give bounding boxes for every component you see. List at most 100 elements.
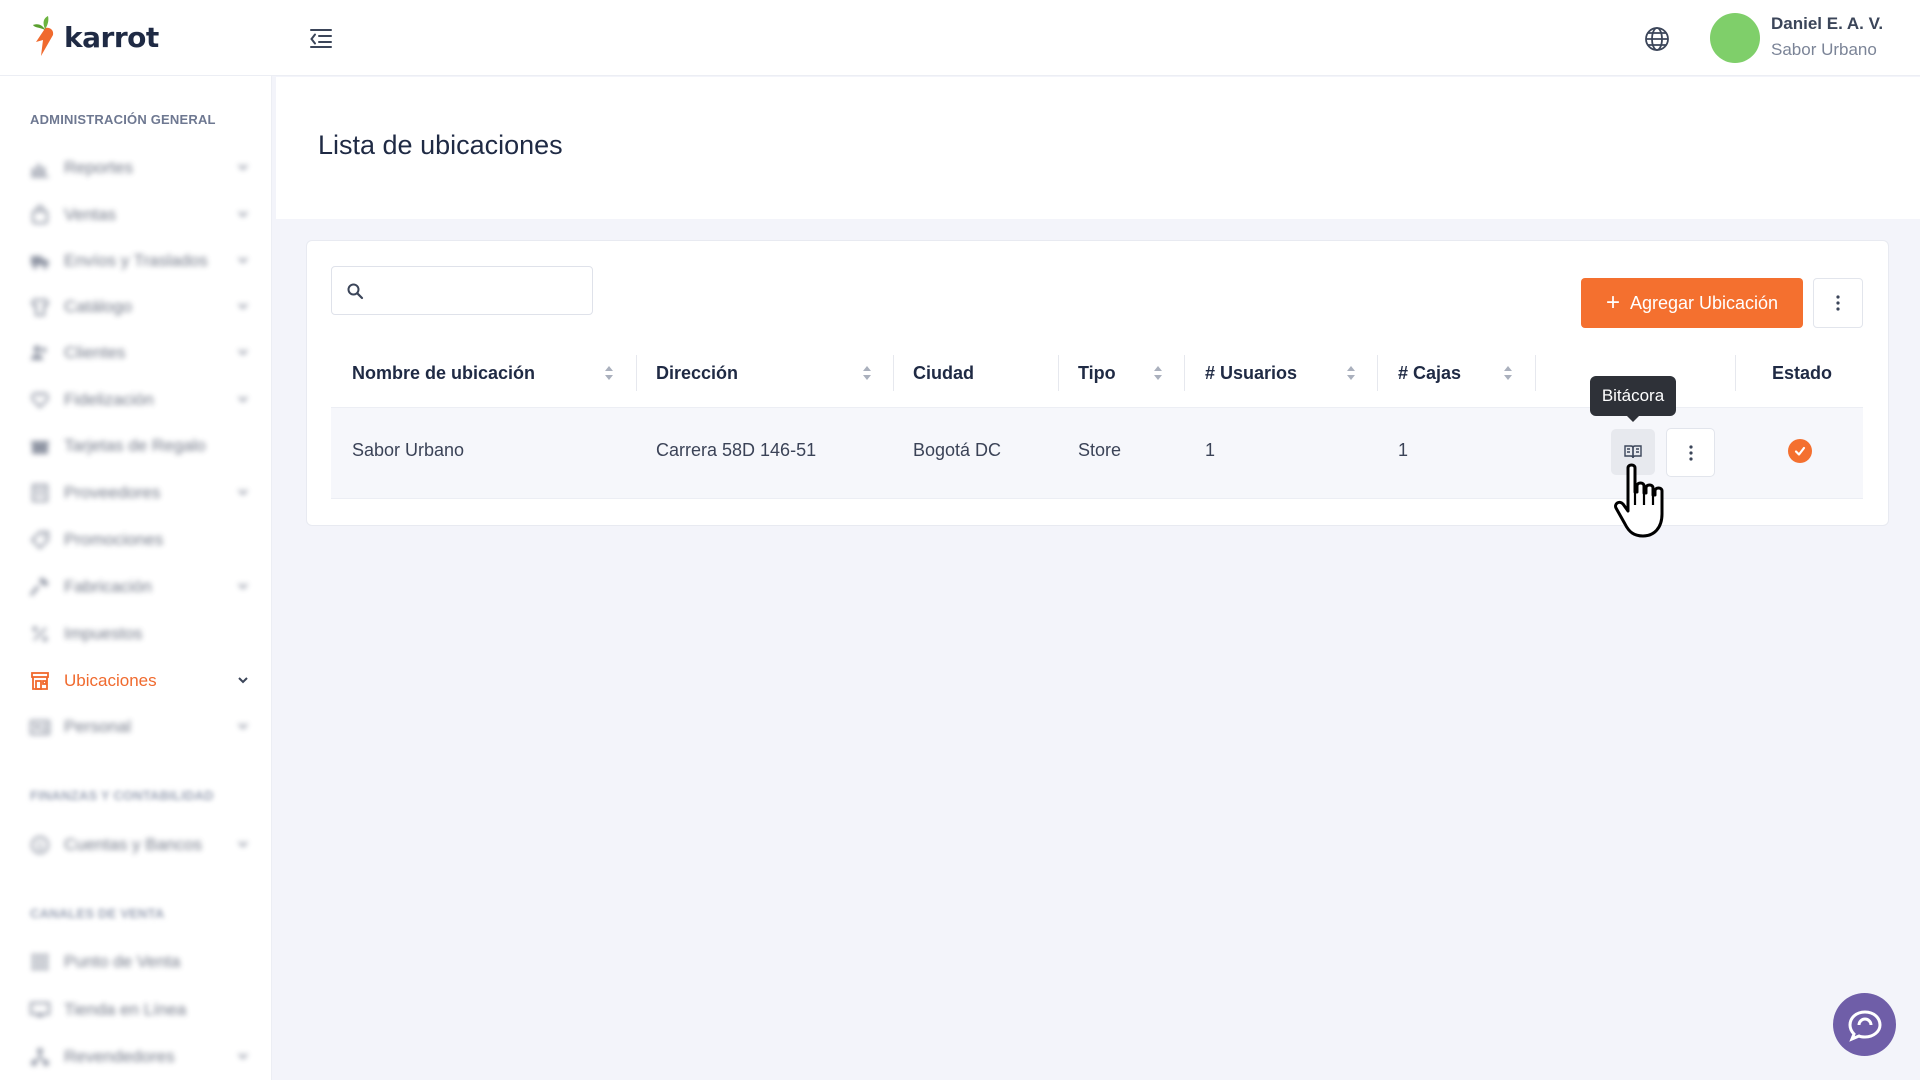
tooltip: Bitácora — [1590, 376, 1676, 422]
sidebar-item-label: Personal — [64, 717, 132, 736]
sidebar-item-label: Fidelización — [64, 390, 154, 409]
search-icon — [347, 283, 364, 300]
column-divider — [1184, 355, 1185, 391]
language-button[interactable] — [1642, 24, 1672, 54]
sidebar-item-label: Tarjetas de Regalo — [64, 436, 206, 455]
sidebar-item-punto-de-venta[interactable]: Punto de Venta — [30, 946, 250, 978]
more-options-button[interactable] — [1813, 278, 1863, 328]
column-divider — [1535, 355, 1536, 391]
sidebar-item-revendedores[interactable]: Revendedores — [30, 1041, 250, 1073]
sidebar-item-ubicaciones[interactable]: Ubicaciones — [30, 665, 250, 697]
heart-icon — [30, 390, 50, 410]
search-input[interactable] — [370, 277, 580, 305]
svg-text:$: $ — [37, 840, 44, 853]
column-divider — [1377, 355, 1378, 391]
brand-logo[interactable]: karrot — [32, 16, 159, 58]
sidebar-item-impuestos[interactable]: Impuestos — [30, 618, 250, 650]
column-header-tipo[interactable]: Tipo — [1078, 357, 1116, 389]
sidebar-item-label: Impuestos — [64, 624, 143, 643]
sidebar-item-label: Promociones — [64, 530, 164, 549]
chevron-down-icon — [238, 396, 248, 403]
cell-usuarios: 1 — [1205, 440, 1216, 460]
check-icon — [1794, 446, 1806, 456]
chevron-down-icon — [238, 303, 248, 310]
sidebar-item-tienda-en-linea[interactable]: Tienda en Línea — [30, 994, 250, 1026]
column-divider — [893, 355, 894, 391]
truck-icon — [30, 251, 50, 271]
column-divider — [1735, 355, 1736, 391]
sidebar-item-label: Proveedores — [64, 483, 161, 502]
network-icon — [30, 1047, 50, 1067]
sidebar-item-proveedores[interactable]: Proveedores — [30, 477, 250, 509]
users-icon — [30, 343, 50, 363]
column-header-nombre[interactable]: Nombre de ubicación — [352, 357, 535, 389]
hand-pointer-cursor-icon — [1614, 463, 1664, 538]
carrot-logo-icon — [33, 16, 54, 56]
sidebar-item-label: Punto de Venta — [64, 952, 181, 971]
sidebar-item-fidelizacion[interactable]: Fidelización — [30, 384, 250, 416]
grid-icon — [30, 952, 50, 972]
sidebar-item-label: Ubicaciones — [64, 671, 157, 690]
sidebar-item-ventas[interactable]: Ventas — [30, 199, 250, 231]
add-location-button[interactable]: + Agregar Ubicación — [1581, 278, 1803, 328]
user-organization: Sabor Urbano — [1771, 40, 1877, 59]
section-title-finanzas: FINANZAS Y CONTABILIDAD — [30, 788, 214, 803]
cell-direccion: Carrera 58D 146-51 — [656, 440, 817, 460]
search-box[interactable] — [331, 266, 593, 315]
vertical-dots-icon — [1688, 444, 1693, 461]
sidebar-item-label: Tienda en Línea — [64, 1000, 187, 1019]
sidebar-item-reportes[interactable]: Reportes — [30, 152, 250, 184]
sidebar-item-label: Revendedores — [64, 1047, 175, 1066]
sidebar-item-label: Envíos y Traslados — [64, 251, 208, 270]
menu-collapse-button[interactable] — [306, 24, 336, 52]
column-header-ciudad: Ciudad — [913, 362, 974, 383]
chevron-down-icon — [238, 164, 248, 171]
sort-icon[interactable] — [861, 363, 873, 383]
sort-icon[interactable] — [1152, 363, 1164, 383]
chevron-down-icon — [238, 841, 248, 848]
sidebar-item-label: Ventas — [64, 205, 116, 224]
sidebar-item-tarjetas[interactable]: Tarjetas de Regalo — [30, 430, 250, 462]
avatar[interactable] — [1710, 13, 1760, 63]
sidebar-item-fabricacion[interactable]: Fabricación — [30, 571, 250, 603]
sidebar-item-catalogo[interactable]: Catálogo — [30, 291, 250, 323]
sort-icon[interactable] — [603, 363, 615, 383]
section-title-canales: CANALES DE VENTA — [30, 906, 165, 921]
sidebar-item-cuentas[interactable]: $ Cuentas y Bancos — [30, 829, 250, 861]
vertical-dots-icon — [1836, 295, 1840, 311]
sidebar-item-clientes[interactable]: Clientes — [30, 337, 250, 369]
chevron-down-icon — [238, 723, 248, 730]
cell-ciudad: Bogotá DC — [913, 440, 1002, 460]
chat-bubble-icon — [1847, 1009, 1882, 1042]
sort-icon[interactable] — [1502, 363, 1514, 383]
sort-icon[interactable] — [1345, 363, 1357, 383]
column-header-direccion[interactable]: Dirección — [656, 357, 738, 389]
tag-icon — [30, 530, 50, 550]
chevron-down-icon — [238, 349, 248, 356]
id-card-icon — [30, 717, 50, 737]
dollar-icon: $ — [30, 835, 50, 855]
bag-icon — [30, 205, 50, 225]
page-title: Lista de ubicaciones — [318, 130, 563, 160]
plus-icon: + — [1605, 289, 1620, 316]
sidebar-item-personal[interactable]: Personal — [30, 711, 250, 743]
menu-collapse-icon — [310, 29, 332, 48]
chevron-down-icon — [238, 1053, 248, 1060]
status-badge — [1788, 439, 1812, 463]
sidebar-item-promociones[interactable]: Promociones — [30, 524, 250, 556]
chevron-down-icon — [238, 257, 248, 264]
column-divider — [1058, 355, 1059, 391]
column-header-cajas[interactable]: # Cajas — [1398, 357, 1461, 389]
sidebar-item-envios[interactable]: Envíos y Traslados — [30, 245, 250, 277]
chart-icon — [30, 158, 50, 178]
chevron-down-icon — [238, 211, 248, 218]
gift-icon — [30, 436, 50, 456]
column-header-usuarios[interactable]: # Usuarios — [1205, 357, 1297, 389]
support-chat-button[interactable] — [1833, 993, 1896, 1056]
column-header-estado: Estado — [1772, 362, 1833, 383]
globe-icon — [1645, 27, 1669, 51]
percent-icon — [30, 624, 50, 644]
user-name[interactable]: Daniel E. A. V. — [1771, 14, 1883, 34]
sidebar-item-label: Clientes — [64, 343, 126, 362]
cell-tipo: Store — [1078, 440, 1122, 460]
